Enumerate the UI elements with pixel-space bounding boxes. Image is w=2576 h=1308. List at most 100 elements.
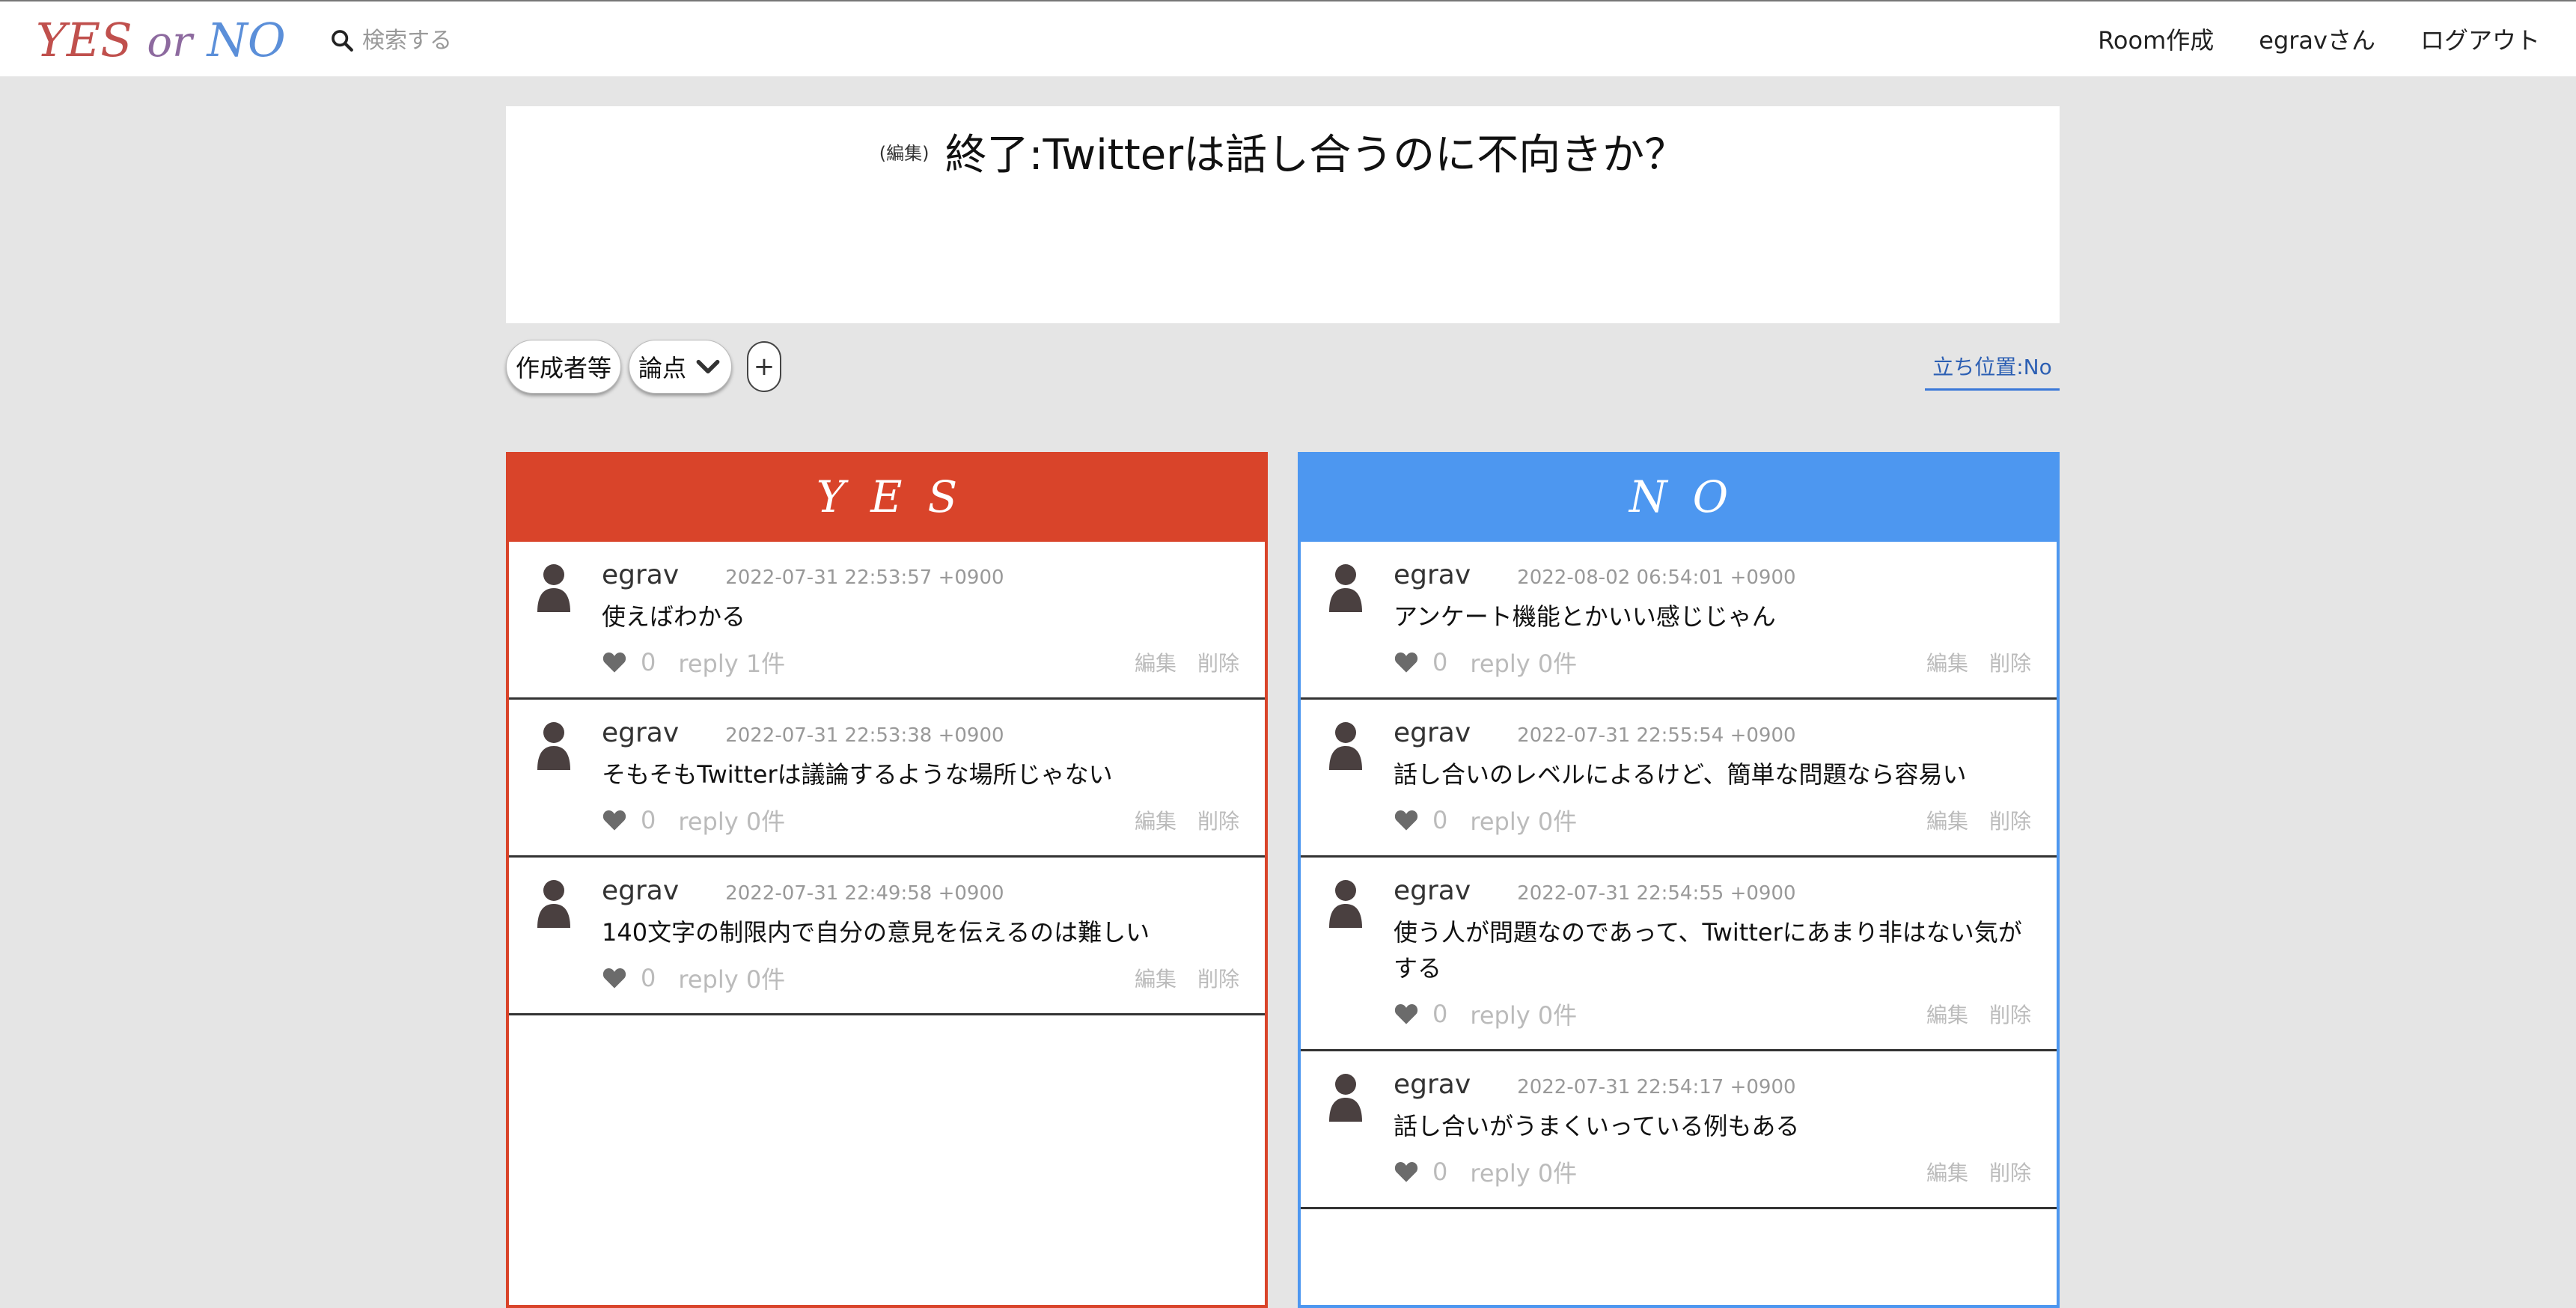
reply-link[interactable]: reply 1件	[678, 645, 785, 679]
heart-icon[interactable]	[1394, 651, 1419, 673]
author-info-button[interactable]: 作成者等	[506, 340, 622, 394]
heart-icon[interactable]	[602, 967, 627, 989]
heart-icon[interactable]	[1394, 809, 1419, 831]
comment-author[interactable]: egrav	[602, 718, 679, 748]
reply-link[interactable]: reply 0件	[678, 803, 785, 837]
comment-header: egrav 2022-07-31 22:53:38 +0900	[602, 718, 1239, 755]
comment-author[interactable]: egrav	[1394, 875, 1471, 906]
comment-footer: 0 reply 0件 編集 削除	[1394, 994, 2031, 1034]
logout-link[interactable]: ログアウト	[2420, 22, 2540, 56]
edit-comment-button[interactable]: 編集	[1926, 1157, 1968, 1187]
like-count: 0	[1432, 648, 1448, 676]
logo-yes: YES	[36, 13, 132, 67]
comment-timestamp: 2022-07-31 22:53:57 +0900	[725, 566, 1004, 589]
edit-comment-button[interactable]: 編集	[1135, 805, 1176, 835]
room-title-panel: (編集) 終了:Twitterは話し合うのに不向きか？	[506, 106, 2060, 323]
comment-item: egrav 2022-07-31 22:55:54 +0900 話し合いのレベル…	[1301, 700, 2057, 858]
comment-author[interactable]: egrav	[1394, 560, 1471, 590]
edit-room-link[interactable]: (編集)	[879, 143, 930, 164]
delete-comment-button[interactable]: 削除	[1989, 999, 2031, 1029]
site-logo[interactable]: YES or NO	[36, 10, 286, 70]
like-count: 0	[1432, 806, 1448, 834]
user-avatar-icon[interactable]	[1328, 878, 1364, 928]
comment-author[interactable]: egrav	[602, 560, 679, 590]
comment-timestamp: 2022-07-31 22:54:55 +0900	[1517, 882, 1796, 905]
heart-icon[interactable]	[602, 651, 627, 673]
reply-link[interactable]: reply 0件	[1470, 803, 1577, 837]
edit-comment-button[interactable]: 編集	[1926, 805, 1968, 835]
comment-item: egrav 2022-07-31 22:53:38 +0900 そもそもTwit…	[509, 700, 1265, 858]
delete-comment-button[interactable]: 削除	[1989, 805, 2031, 835]
yes-comment-list: egrav 2022-07-31 22:53:57 +0900 使えばわかる 0…	[509, 542, 1265, 1015]
search-input[interactable]	[362, 27, 662, 54]
yes-column: YES egrav 2022-07-31 22:53:57 +0900 使えばわ…	[506, 452, 1268, 1308]
edit-comment-button[interactable]: 編集	[1926, 999, 1968, 1029]
comment-text: 話し合いのレベルによるけど、簡単な問題なら容易い	[1394, 760, 1967, 789]
comment-actions: 編集 削除	[1135, 805, 1239, 835]
no-comment-list: egrav 2022-08-02 06:54:01 +0900 アンケート機能と…	[1301, 542, 2057, 1209]
comment-timestamp: 2022-08-02 06:54:01 +0900	[1517, 566, 1796, 589]
comment-footer: 0 reply 0件 編集 削除	[602, 800, 1239, 840]
comment-author[interactable]: egrav	[602, 875, 679, 906]
delete-comment-button[interactable]: 削除	[1989, 647, 2031, 677]
edit-comment-button[interactable]: 編集	[1926, 647, 1968, 677]
comment-timestamp: 2022-07-31 22:53:38 +0900	[725, 724, 1004, 747]
logo-or: or	[147, 18, 192, 67]
comment-item: egrav 2022-07-31 22:49:58 +0900 140文字の制限…	[509, 858, 1265, 1015]
position-tab[interactable]: 立ち位置:No	[1925, 343, 2060, 391]
yes-column-header: YES	[506, 452, 1268, 542]
comment-header: egrav 2022-07-31 22:53:57 +0900	[602, 560, 1239, 597]
reply-link[interactable]: reply 0件	[1470, 645, 1577, 679]
like-count: 0	[1432, 1158, 1448, 1186]
reply-link[interactable]: reply 0件	[678, 961, 785, 995]
user-avatar-icon[interactable]	[1328, 721, 1364, 770]
comment-footer: 0 reply 1件 編集 削除	[602, 642, 1239, 682]
search-icon	[332, 30, 353, 52]
edit-comment-button[interactable]: 編集	[1135, 647, 1176, 677]
comment-text: 使えばわかる	[602, 602, 746, 631]
edit-comment-button[interactable]: 編集	[1135, 963, 1176, 993]
comment-footer: 0 reply 0件 編集 削除	[602, 958, 1239, 998]
heart-icon[interactable]	[1394, 1003, 1419, 1025]
like-count: 0	[641, 648, 656, 676]
comment-header: egrav 2022-07-31 22:55:54 +0900	[1394, 718, 2031, 755]
comment-author[interactable]: egrav	[1394, 718, 1471, 748]
comment-item: egrav 2022-07-31 22:53:57 +0900 使えばわかる 0…	[509, 542, 1265, 700]
user-avatar-icon[interactable]	[1328, 1072, 1364, 1122]
comment-timestamp: 2022-07-31 22:55:54 +0900	[1517, 724, 1796, 747]
search-box	[329, 21, 703, 60]
comment-text: 話し合いがうまくいっている例もある	[1394, 1112, 1800, 1140]
delete-comment-button[interactable]: 削除	[1197, 805, 1239, 835]
no-column: NO egrav 2022-08-02 06:54:01 +0900 アンケート…	[1298, 452, 2060, 1308]
comment-actions: 編集 削除	[1926, 1157, 2031, 1187]
user-avatar-icon[interactable]	[1328, 563, 1364, 612]
create-room-link[interactable]: Room作成	[2098, 22, 2214, 56]
comment-author[interactable]: egrav	[1394, 1069, 1471, 1100]
add-point-button[interactable]: +	[747, 341, 782, 392]
comment-footer: 0 reply 0件 編集 削除	[1394, 642, 2031, 682]
delete-comment-button[interactable]: 削除	[1989, 1157, 2031, 1187]
comment-actions: 編集 削除	[1135, 963, 1239, 993]
comment-text: アンケート機能とかいい感じじゃん	[1394, 602, 1776, 631]
comment-actions: 編集 削除	[1926, 647, 2031, 677]
user-avatar-icon[interactable]	[536, 878, 572, 928]
user-avatar-icon[interactable]	[536, 721, 572, 770]
comment-actions: 編集 削除	[1926, 805, 2031, 835]
comment-item: egrav 2022-08-02 06:54:01 +0900 アンケート機能と…	[1301, 542, 2057, 700]
navbar: YES or NO Room作成 egravさん ログアウト	[0, 0, 2576, 76]
heart-icon[interactable]	[1394, 1161, 1419, 1183]
points-dropdown[interactable]: 論点	[629, 340, 733, 394]
heart-icon[interactable]	[602, 809, 627, 831]
comment-timestamp: 2022-07-31 22:49:58 +0900	[725, 882, 1004, 905]
like-count: 0	[1432, 1000, 1448, 1028]
no-column-header: NO	[1298, 452, 2060, 542]
user-profile-link[interactable]: egravさん	[2259, 22, 2375, 56]
user-avatar-icon[interactable]	[536, 563, 572, 612]
comment-footer: 0 reply 0件 編集 削除	[1394, 1152, 2031, 1192]
comment-text: そもそもTwitterは議論するような場所じゃない	[602, 760, 1113, 789]
reply-link[interactable]: reply 0件	[1470, 997, 1577, 1031]
comment-item: egrav 2022-07-31 22:54:55 +0900 使う人が問題なの…	[1301, 858, 2057, 1051]
reply-link[interactable]: reply 0件	[1470, 1155, 1577, 1189]
delete-comment-button[interactable]: 削除	[1197, 647, 1239, 677]
delete-comment-button[interactable]: 削除	[1197, 963, 1239, 993]
